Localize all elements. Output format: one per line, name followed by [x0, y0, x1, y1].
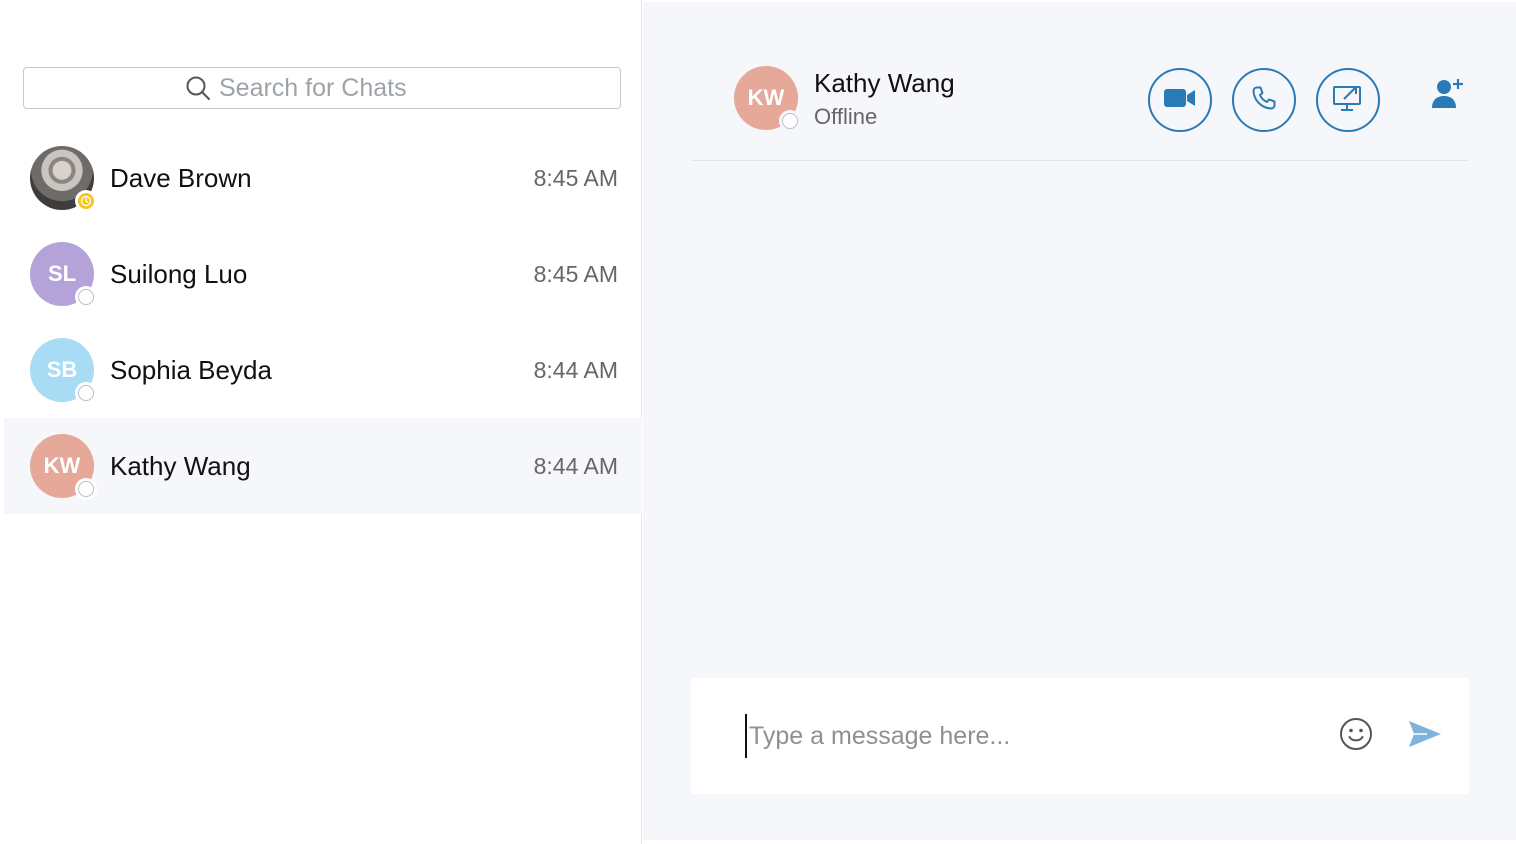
chat-name: Dave Brown: [110, 162, 252, 193]
offline-status-icon: [75, 478, 97, 500]
offline-status-icon: [779, 110, 801, 132]
away-status-icon: [75, 190, 97, 212]
add-contact-icon: [1430, 76, 1466, 117]
audio-call-button[interactable]: [1232, 68, 1296, 132]
chat-item-sophia-beyda[interactable]: SB Sophia Beyda 8:44 AM: [4, 322, 642, 418]
contact-status: Offline: [814, 104, 878, 129]
offline-status-icon: [75, 286, 97, 308]
search-box[interactable]: [23, 67, 621, 109]
chat-list: Dave Brown 8:45 AM SL Suilong Luo 8:45 A…: [4, 130, 642, 514]
emoji-button[interactable]: [1339, 717, 1373, 756]
message-composer: [691, 678, 1469, 794]
contact-avatar[interactable]: KW: [734, 66, 801, 132]
screen-share-button[interactable]: [1316, 68, 1380, 132]
search-input[interactable]: [219, 73, 459, 103]
chat-time: 8:44 AM: [533, 452, 618, 479]
search-icon: [185, 75, 211, 101]
chat-item-kathy-wang[interactable]: KW Kathy Wang 8:44 AM: [4, 418, 642, 514]
header-divider: [691, 160, 1469, 161]
send-icon: [1407, 719, 1443, 754]
chat-time: 8:45 AM: [533, 164, 618, 191]
avatar: [30, 146, 97, 212]
offline-status-icon: [75, 382, 97, 404]
message-input[interactable]: [745, 714, 1305, 758]
chat-sidebar: Dave Brown 8:45 AM SL Suilong Luo 8:45 A…: [0, 0, 642, 844]
screen-share-icon: [1332, 83, 1364, 118]
send-button[interactable]: [1407, 720, 1443, 752]
video-call-icon: [1163, 87, 1197, 114]
avatar-initials: KW: [747, 85, 785, 110]
avatar-initials: SB: [46, 357, 78, 382]
add-contact-button[interactable]: [1430, 78, 1466, 114]
chat-time: 8:44 AM: [533, 356, 618, 383]
chat-time: 8:45 AM: [533, 260, 618, 287]
chat-name: Suilong Luo: [110, 258, 248, 289]
chat-name: Kathy Wang: [110, 450, 251, 481]
chat-name: Sophia Beyda: [110, 354, 272, 385]
avatar: KW: [30, 434, 97, 500]
audio-call-icon: [1251, 85, 1277, 116]
video-call-button[interactable]: [1148, 68, 1212, 132]
contact-name: Kathy Wang: [814, 68, 955, 98]
conversation-panel: KW Kathy Wang Offline: [643, 2, 1516, 840]
chat-item-suilong-luo[interactable]: SL Suilong Luo 8:45 AM: [4, 226, 642, 322]
avatar: SL: [30, 242, 97, 308]
avatar-initials: SL: [47, 261, 77, 286]
avatar-initials: KW: [43, 453, 81, 478]
chat-item-dave-brown[interactable]: Dave Brown 8:45 AM: [4, 130, 642, 226]
avatar: SB: [30, 338, 97, 404]
emoji-icon: [1339, 717, 1373, 756]
